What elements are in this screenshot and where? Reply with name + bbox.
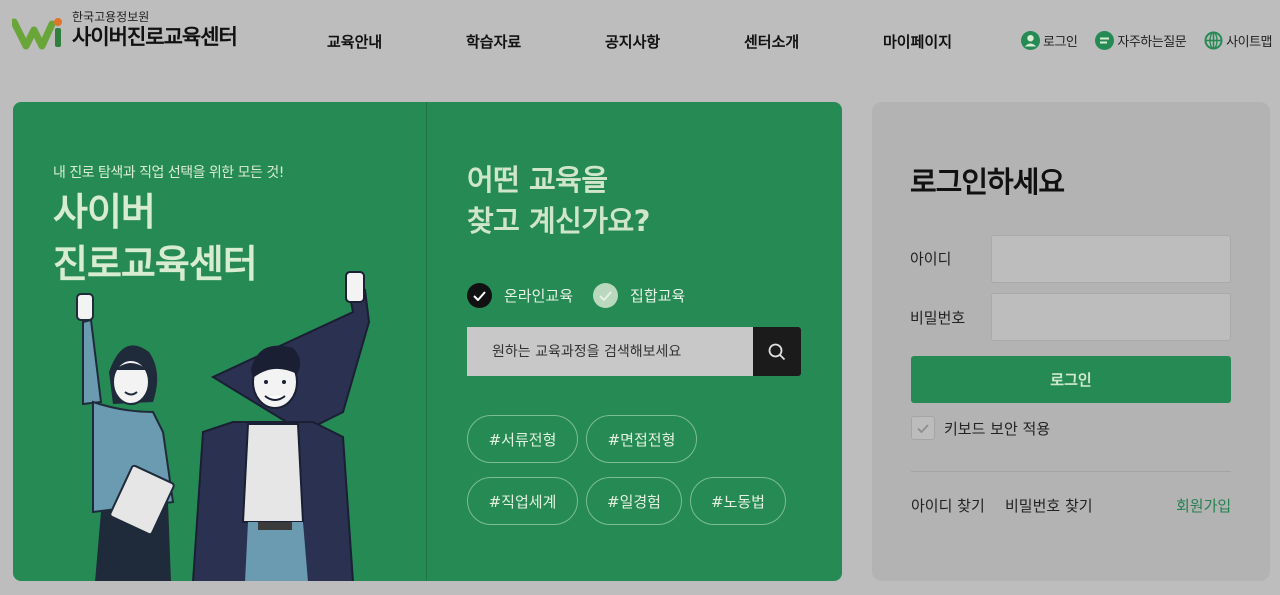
tag-labor-law[interactable]: #노동법 bbox=[690, 477, 786, 525]
keyboard-security-label: 키보드 보안 적용 bbox=[944, 419, 1051, 438]
search-question-line2: 찾고 계신가요? bbox=[467, 204, 651, 238]
id-field[interactable] bbox=[991, 235, 1231, 283]
util-sitemap-label: 사이트맵 bbox=[1226, 35, 1272, 50]
search-icon bbox=[768, 343, 786, 360]
tag-job-world[interactable]: #직업세계 bbox=[467, 477, 578, 525]
option-online-education[interactable]: 온라인교육 bbox=[467, 283, 573, 308]
course-search-input[interactable] bbox=[467, 327, 753, 376]
check-icon bbox=[593, 283, 619, 308]
nav-item-center-intro[interactable]: 센터소개 bbox=[744, 31, 799, 52]
tag-interview-screening[interactable]: #면접전형 bbox=[586, 415, 697, 463]
util-login-label: 로그인 bbox=[1043, 35, 1078, 50]
search-button[interactable] bbox=[753, 327, 801, 376]
search-question-line1: 어떤 교육을 bbox=[467, 163, 608, 197]
people-illustration bbox=[76, 271, 371, 581]
util-sitemap-link[interactable]: 사이트맵 bbox=[1204, 31, 1272, 50]
login-button[interactable]: 로그인 bbox=[911, 356, 1231, 403]
id-label: 아이디 bbox=[910, 250, 952, 268]
education-type-options: 온라인교육 집합교육 bbox=[467, 283, 705, 308]
logo-mark-icon bbox=[12, 18, 62, 50]
user-icon bbox=[1021, 31, 1040, 50]
login-divider bbox=[911, 471, 1231, 472]
nav-item-mypage[interactable]: 마이페이지 bbox=[883, 31, 952, 52]
password-field[interactable] bbox=[991, 293, 1231, 341]
hero-panel: 내 진로 탐색과 직업 선택을 위한 모든 것! 사이버 진로교육센터 어떤 교… bbox=[13, 102, 842, 581]
password-label: 비밀번호 bbox=[910, 309, 966, 327]
hero-subtitle: 내 진로 탐색과 직업 선택을 위한 모든 것! bbox=[53, 165, 284, 181]
nav-item-learning-materials[interactable]: 학습자료 bbox=[466, 31, 521, 52]
keyboard-security-checkbox[interactable]: 키보드 보안 적용 bbox=[911, 416, 1050, 440]
nav-item-education-guide[interactable]: 교육안내 bbox=[327, 31, 382, 52]
util-login-link[interactable]: 로그인 bbox=[1021, 31, 1078, 50]
tag-document-screening[interactable]: #서류전형 bbox=[467, 415, 578, 463]
site-logo[interactable]: 한국고용정보원 사이버진로교육센터 bbox=[12, 10, 238, 50]
join-link[interactable]: 회원가입 bbox=[1176, 495, 1231, 516]
find-id-link[interactable]: 아이디 찾기 bbox=[911, 495, 985, 516]
check-icon bbox=[467, 283, 492, 308]
hero-title-line1: 사이버 bbox=[53, 190, 156, 234]
utility-menu: 로그인 자주하는질문 사이트맵 bbox=[1021, 31, 1272, 50]
option-group-education[interactable]: 집합교육 bbox=[593, 283, 685, 308]
faq-icon bbox=[1095, 31, 1115, 50]
sitemap-icon bbox=[1204, 31, 1223, 50]
util-faq-link[interactable]: 자주하는질문 bbox=[1095, 31, 1187, 50]
option-group-label: 집합교육 bbox=[630, 287, 686, 305]
hero-divider bbox=[426, 102, 427, 581]
util-faq-label: 자주하는질문 bbox=[1117, 35, 1187, 50]
search-question: 어떤 교육을 찾고 계신가요? bbox=[467, 160, 651, 242]
login-title: 로그인하세요 bbox=[910, 165, 1065, 199]
nav-item-notices[interactable]: 공지사항 bbox=[605, 31, 660, 52]
site-header: 한국고용정보원 사이버진로교육센터 교육안내 학습자료 공지사항 센터소개 마이… bbox=[0, 0, 1280, 84]
org-name: 한국고용정보원 bbox=[72, 10, 150, 24]
checkbox-check-icon bbox=[911, 416, 935, 440]
site-title: 사이버진로교육센터 bbox=[72, 25, 238, 49]
option-online-label: 온라인교육 bbox=[504, 287, 574, 305]
course-search bbox=[467, 327, 801, 376]
login-panel: 로그인하세요 아이디 비밀번호 로그인 키보드 보안 적용 아이디 찾기 비밀번… bbox=[872, 102, 1270, 581]
tag-work-experience[interactable]: #일경험 bbox=[586, 477, 682, 525]
find-password-link[interactable]: 비밀번호 찾기 bbox=[1005, 495, 1093, 516]
